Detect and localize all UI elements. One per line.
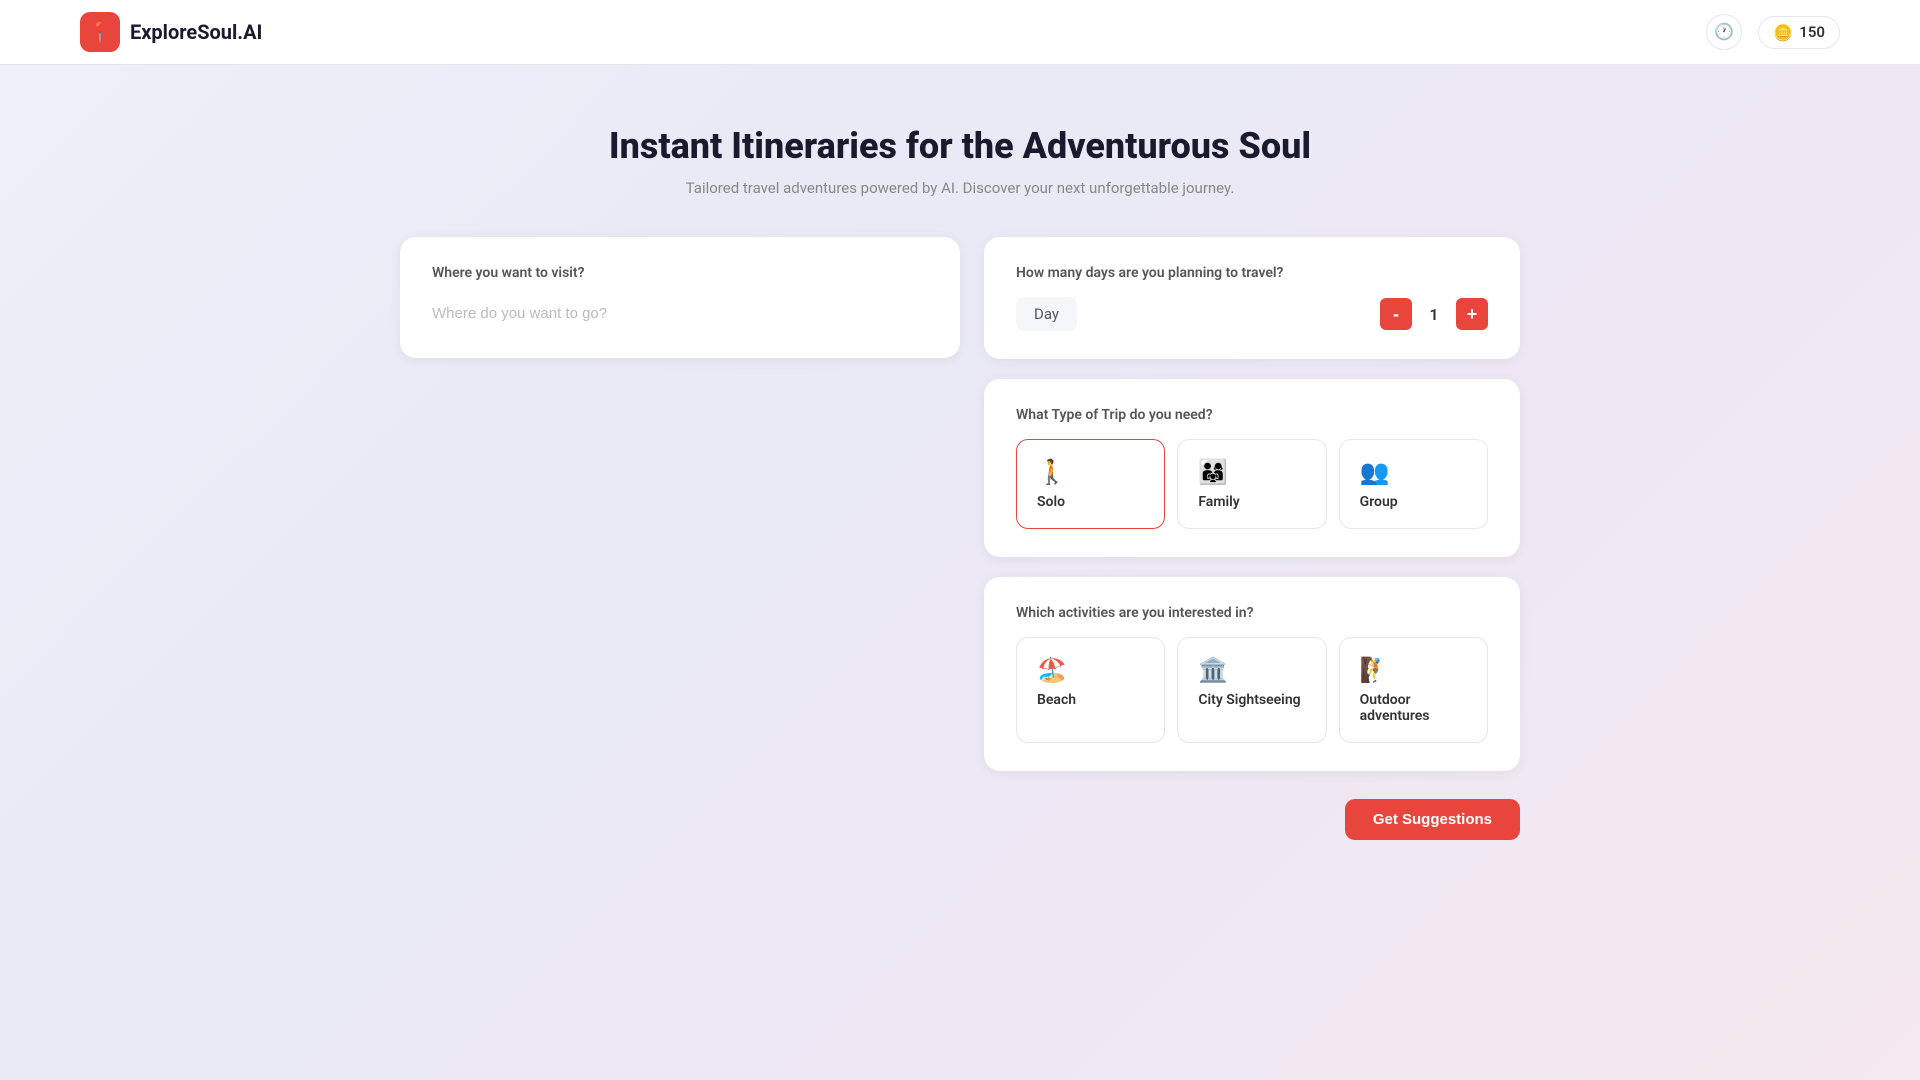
clock-button[interactable]: 🕐 <box>1706 14 1742 50</box>
header-right: 🕐 🪙 150 <box>1706 14 1840 50</box>
activities-options: 🏖️ Beach 🏛️ City Sightseeing 🧗 Outdoor a… <box>1016 637 1488 743</box>
header: 📍 ExploreSoul.AI 🕐 🪙 150 <box>0 0 1920 65</box>
trip-type-label: What Type of Trip do you need? <box>1016 407 1488 423</box>
family-label: Family <box>1198 494 1305 510</box>
destination-card: Where you want to visit? <box>400 237 960 358</box>
city-sightseeing-label: City Sightseeing <box>1198 692 1305 708</box>
coins-icon: 🪙 <box>1773 23 1793 42</box>
trip-type-options: 🚶 Solo 👨‍👩‍👧 Family 👥 Group <box>1016 439 1488 529</box>
cta-row: Get Suggestions <box>984 799 1520 840</box>
coins-count: 150 <box>1799 23 1825 41</box>
form-layout: Where you want to visit? How many days a… <box>400 237 1520 840</box>
solo-icon: 🚶 <box>1037 458 1144 486</box>
decrement-button[interactable]: - <box>1380 298 1412 330</box>
trip-type-card: What Type of Trip do you need? 🚶 Solo 👨‍… <box>984 379 1520 557</box>
city-sightseeing-icon: 🏛️ <box>1198 656 1305 684</box>
logo-text: ExploreSoul.AI <box>130 20 262 44</box>
activity-city-sightseeing[interactable]: 🏛️ City Sightseeing <box>1177 637 1326 743</box>
activity-outdoor-adventures[interactable]: 🧗 Outdoor adventures <box>1339 637 1488 743</box>
day-text: Day <box>1016 297 1077 331</box>
beach-label: Beach <box>1037 692 1144 708</box>
activities-label: Which activities are you interested in? <box>1016 605 1488 621</box>
destination-label: Where you want to visit? <box>432 265 928 281</box>
destination-input[interactable] <box>432 297 928 330</box>
logo-icon: 📍 <box>80 12 120 52</box>
activity-beach[interactable]: 🏖️ Beach <box>1016 637 1165 743</box>
trip-type-family[interactable]: 👨‍👩‍👧 Family <box>1177 439 1326 529</box>
days-label: How many days are you planning to travel… <box>1016 265 1488 281</box>
activities-card: Which activities are you interested in? … <box>984 577 1520 771</box>
outdoor-label: Outdoor adventures <box>1360 692 1467 724</box>
day-count-value: 1 <box>1424 305 1444 324</box>
page-title: Instant Itineraries for the Adventurous … <box>400 125 1520 167</box>
days-card: How many days are you planning to travel… <box>984 237 1520 359</box>
main-content: Instant Itineraries for the Adventurous … <box>360 65 1560 880</box>
group-label: Group <box>1360 494 1467 510</box>
logo-area: 📍 ExploreSoul.AI <box>80 12 262 52</box>
day-counter: - 1 + <box>1380 298 1488 330</box>
trip-type-solo[interactable]: 🚶 Solo <box>1016 439 1165 529</box>
increment-button[interactable]: + <box>1456 298 1488 330</box>
beach-icon: 🏖️ <box>1037 656 1144 684</box>
right-panel: How many days are you planning to travel… <box>984 237 1520 840</box>
day-row: Day - 1 + <box>1016 297 1488 331</box>
left-panel: Where you want to visit? <box>400 237 960 358</box>
solo-label: Solo <box>1037 494 1144 510</box>
coins-badge: 🪙 150 <box>1758 16 1840 49</box>
get-suggestions-button[interactable]: Get Suggestions <box>1345 799 1520 840</box>
page-subtitle: Tailored travel adventures powered by AI… <box>400 179 1520 197</box>
family-icon: 👨‍👩‍👧 <box>1198 458 1305 486</box>
outdoor-icon: 🧗 <box>1360 656 1467 684</box>
trip-type-group[interactable]: 👥 Group <box>1339 439 1488 529</box>
group-icon: 👥 <box>1360 458 1467 486</box>
